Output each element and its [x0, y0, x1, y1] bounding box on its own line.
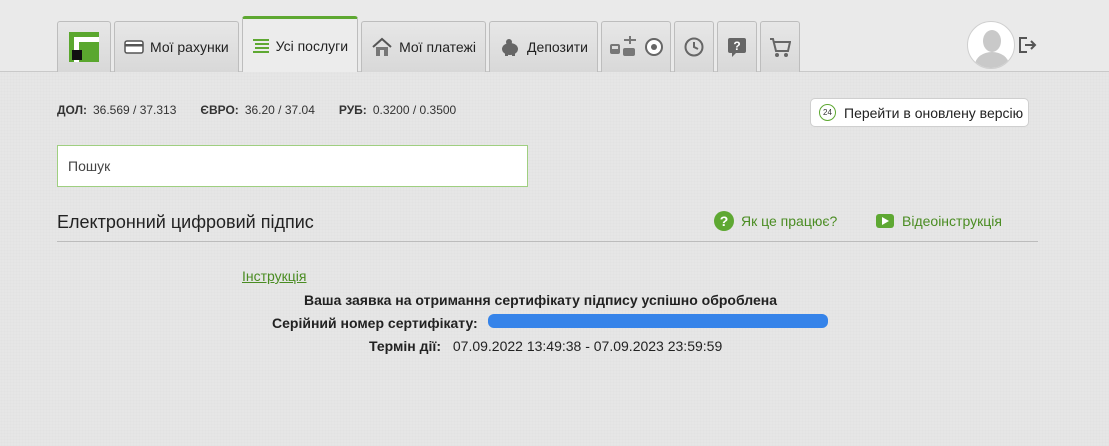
nav-tabs: Мої рахунки Усі послуги Мої платежі Депо…: [57, 16, 800, 72]
rub-value: 0.3200 / 0.3500: [372, 103, 457, 117]
tab-help[interactable]: ?: [717, 21, 757, 72]
tab-label: Мої платежі: [399, 39, 477, 55]
search-input[interactable]: [57, 145, 528, 187]
house-icon: [372, 37, 392, 56]
question-bubble-icon: ?: [728, 38, 746, 57]
user-avatar[interactable]: [967, 21, 1015, 69]
serial-number-label: Серійний номер сертифікату:: [272, 315, 478, 331]
serial-number-row: Серійний номер сертифікату:: [272, 315, 478, 331]
validity-row: Термін дії: 07.09.2022 13:49:38 - 07.09.…: [369, 338, 722, 354]
rub-label: РУБ:: [338, 103, 367, 117]
logout-icon: [1019, 37, 1037, 53]
tab-all-services[interactable]: Усі послуги: [241, 16, 359, 72]
question-icon: ?: [714, 211, 734, 231]
validity-value: 07.09.2022 13:49:38 - 07.09.2023 23:59:5…: [452, 338, 723, 354]
new-version-button[interactable]: 24 Перейти в оновлену версію: [810, 98, 1029, 127]
usd-value: 36.569 / 37.313: [93, 103, 177, 117]
24-badge-icon: 24: [819, 104, 836, 121]
tab-shop[interactable]: [760, 21, 800, 72]
success-message: Ваша заявка на отримання сертифікату під…: [304, 292, 777, 308]
tab-deposits[interactable]: Депозити: [489, 21, 598, 72]
travel-transport-icon: [610, 36, 636, 56]
tab-travel[interactable]: [601, 21, 671, 72]
video-instruction-label: Відеоінструкція: [902, 213, 1002, 229]
list-icon: [252, 38, 269, 53]
usd-label: ДОЛ:: [57, 103, 87, 117]
validity-label: Термін дії:: [369, 338, 441, 354]
eur-value: 36.20 / 37.04: [244, 103, 315, 117]
home-logo-tab[interactable]: [57, 21, 111, 72]
video-instruction-link[interactable]: Відеоінструкція: [876, 213, 1002, 229]
tab-label: Усі послуги: [275, 37, 349, 54]
tab-label: Мої рахунки: [150, 39, 229, 55]
tab-history[interactable]: [674, 21, 714, 72]
card-icon: [124, 40, 144, 54]
eur-label: ЄВРО:: [200, 103, 239, 117]
piggy-bank-icon: [502, 39, 519, 56]
bank-logo-icon: [69, 32, 99, 62]
instruction-link[interactable]: Інструкція: [242, 268, 307, 284]
how-it-works-link[interactable]: ? Як це працює?: [714, 211, 837, 231]
how-it-works-label: Як це працює?: [741, 213, 838, 229]
clock-icon: [684, 37, 704, 57]
new-version-label: Перейти в оновлену версію: [844, 104, 1024, 121]
top-navigation: Мої рахунки Усі послуги Мої платежі Депо…: [0, 0, 1109, 72]
cart-icon: [770, 38, 791, 57]
play-icon: [876, 214, 894, 228]
tab-label: Депозити: [527, 39, 588, 55]
tab-my-accounts[interactable]: Мої рахунки: [114, 21, 239, 72]
page-title: Електронний цифровий підпис: [57, 212, 314, 232]
redacted-serial-number: [488, 314, 828, 328]
exchange-rates: ДОЛ: 36.569 / 37.313 ЄВРО: 36.20 / 37.04…: [57, 103, 474, 117]
ball-icon: [645, 38, 663, 56]
svg-text:?: ?: [733, 39, 740, 53]
divider: [57, 241, 1038, 242]
tab-my-payments[interactable]: Мої платежі: [361, 21, 487, 72]
logout-button[interactable]: [1018, 36, 1038, 54]
